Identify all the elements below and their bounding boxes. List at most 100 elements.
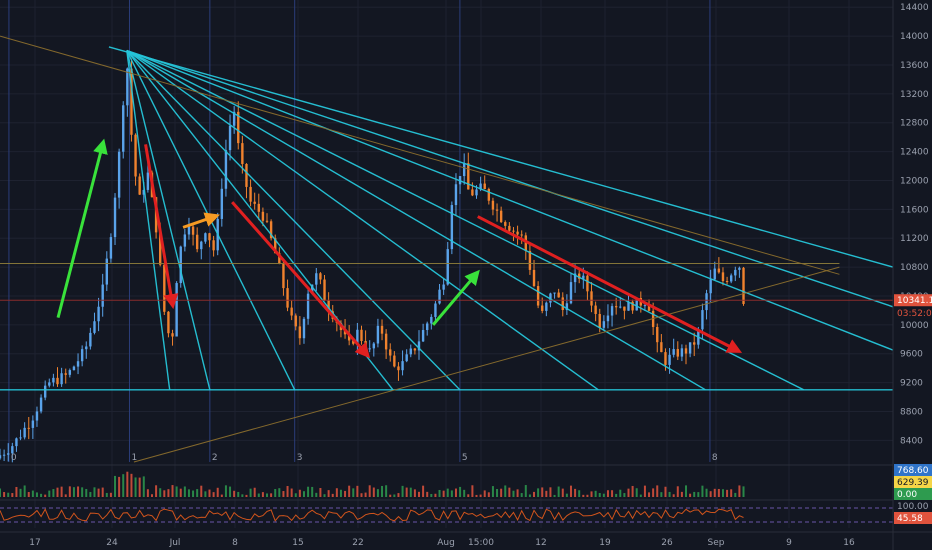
volume-bar (44, 494, 47, 497)
candle-body (643, 305, 647, 307)
candle-body (286, 288, 289, 308)
candle-body (146, 172, 150, 190)
oscillator-max-tag: 100.00 (897, 502, 929, 512)
volume-bar (224, 485, 227, 497)
candle-body (454, 184, 458, 206)
time-tick-label: 12 (535, 538, 546, 548)
candle-body (163, 264, 166, 312)
volume-bar (64, 494, 67, 497)
trend-arrow (56, 138, 108, 318)
volume-bar (331, 493, 334, 497)
volume-bar (648, 492, 651, 497)
volume-bar (183, 486, 186, 497)
candle-body (561, 297, 564, 311)
price-tick-label: 14000 (900, 32, 929, 42)
volume-bar (389, 494, 392, 497)
candle-body (668, 354, 671, 365)
candle-body (265, 220, 269, 222)
volume-bar (114, 475, 117, 497)
volume-bar (606, 490, 609, 497)
trendline (126, 50, 171, 390)
session-marker-label: 0 (11, 453, 17, 463)
volume-bar (335, 488, 338, 497)
candle-body (48, 382, 51, 386)
price-chart[interactable]: 012358 144001400013600132001280012400120… (0, 0, 932, 550)
volume-bar (639, 494, 642, 497)
candle-body (590, 291, 593, 306)
time-tick-label: 22 (352, 538, 363, 548)
volume-bar (557, 486, 560, 497)
candle-body (450, 205, 454, 250)
volume-bar (150, 494, 153, 497)
candle-body (430, 316, 433, 324)
volume-bar (549, 487, 552, 497)
candle-body (541, 305, 544, 311)
candle-body (713, 268, 716, 280)
volume-bar (524, 485, 527, 497)
time-axis[interactable]: 17 24 Jul 8 15 22 Aug 15:00 12 19 26 Sep 9 16 (0, 531, 932, 548)
volume-bar (77, 486, 80, 497)
volume-bar (713, 488, 716, 497)
time-tick-label: 16 (843, 538, 855, 548)
volume-bar (364, 492, 367, 497)
volume-bar (656, 485, 659, 497)
time-tick-label: 9 (786, 538, 792, 548)
volume-bar (676, 486, 679, 497)
trendline (126, 49, 706, 391)
volume-bar (290, 488, 293, 497)
candle-body (664, 352, 667, 365)
volume-bar (438, 489, 441, 497)
volume-bar (385, 485, 388, 497)
candle-body (557, 292, 560, 298)
volume-bar (442, 490, 445, 497)
volume-bar (3, 492, 6, 497)
volume-bar (126, 471, 129, 497)
volume-bar (323, 494, 326, 497)
volume-bar (142, 476, 145, 497)
price-tick-label: 8400 (900, 436, 923, 446)
candle-body (467, 163, 470, 190)
candle-body (405, 354, 408, 362)
volume-bar (426, 491, 429, 497)
volume-bar (635, 488, 638, 497)
candle-body (302, 318, 306, 339)
volume-bar (734, 492, 737, 497)
price-tick-label: 9200 (900, 379, 923, 389)
volume-bar (19, 488, 22, 497)
volume-bar (130, 473, 133, 497)
volume-bar (282, 491, 285, 497)
candle-body (516, 231, 519, 235)
volume-bar (93, 487, 96, 497)
candle-body (195, 234, 199, 250)
candle-body (701, 310, 704, 330)
trend-arrow (144, 144, 179, 310)
candle-body (23, 427, 26, 438)
candle-body (389, 349, 392, 356)
candle-body (183, 234, 187, 247)
candle-body (85, 346, 88, 350)
volume-bar (48, 490, 51, 497)
volume-bar (393, 494, 396, 497)
trendline (126, 50, 461, 391)
volume-bar (467, 494, 470, 497)
volume-bar (685, 485, 688, 497)
volume-bar (397, 493, 400, 497)
volume-bar (204, 491, 207, 497)
volume-bar (327, 490, 330, 497)
volume-bar (23, 485, 26, 497)
volume-bar (409, 487, 412, 497)
volume-bar (742, 486, 745, 497)
time-tick-label: Jul (169, 538, 181, 548)
candle-body (191, 226, 195, 235)
volume-bar (241, 494, 244, 497)
volume-bar (491, 486, 494, 497)
candle-body (438, 289, 441, 304)
volume-bar (717, 488, 720, 497)
time-tick-label: Sep (708, 538, 725, 548)
volume-bar (319, 488, 322, 497)
candle-body (298, 326, 302, 339)
candle-body (376, 325, 380, 344)
volume-bar (368, 485, 371, 497)
volume-ma-tag: 629.39 (897, 478, 929, 488)
candle-body (384, 333, 388, 350)
